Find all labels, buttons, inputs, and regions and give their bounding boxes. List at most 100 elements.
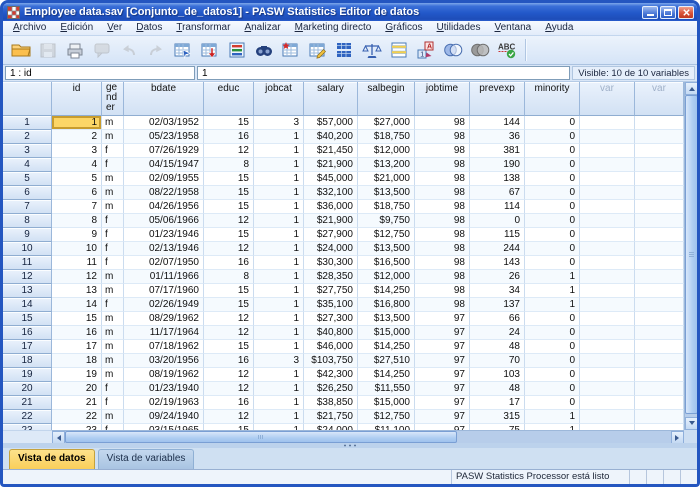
cell-minority[interactable]: 1: [525, 284, 580, 298]
cell-prevexp[interactable]: 143: [470, 256, 525, 270]
cell-id[interactable]: 5: [52, 172, 102, 186]
cell-jobcat[interactable]: 1: [254, 326, 304, 340]
cell-educ[interactable]: 15: [204, 172, 254, 186]
cell-minority[interactable]: 0: [525, 116, 580, 130]
cell-var1[interactable]: [580, 116, 635, 130]
menu-utilidades[interactable]: Utilidades: [430, 21, 488, 35]
menu-archivo[interactable]: Archivo: [6, 21, 53, 35]
cell-prevexp[interactable]: 17: [470, 396, 525, 410]
cell-gender[interactable]: m: [102, 284, 124, 298]
cell-jobtime[interactable]: 98: [415, 284, 470, 298]
cell-jobcat[interactable]: 3: [254, 116, 304, 130]
row-header[interactable]: 4: [3, 158, 52, 172]
cell-minority[interactable]: 0: [525, 396, 580, 410]
cell-gender[interactable]: f: [102, 228, 124, 242]
menu-gr-ficos[interactable]: Gráficos: [378, 21, 429, 35]
row-header[interactable]: 18: [3, 354, 52, 368]
cell-var1[interactable]: [580, 270, 635, 284]
cell-salary[interactable]: $38,850: [304, 396, 358, 410]
cell-salbegin[interactable]: $12,750: [358, 410, 415, 424]
cell-jobcat[interactable]: 1: [254, 144, 304, 158]
cell-jobcat[interactable]: 1: [254, 382, 304, 396]
cell-minority[interactable]: 0: [525, 130, 580, 144]
cell-var2[interactable]: [635, 368, 684, 382]
cell-bdate[interactable]: 11/17/1964: [124, 326, 204, 340]
cell-jobcat[interactable]: 1: [254, 158, 304, 172]
cell-jobcat[interactable]: 1: [254, 256, 304, 270]
cell-bdate[interactable]: 02/03/1952: [124, 116, 204, 130]
column-header-var1[interactable]: var: [580, 82, 635, 116]
cell-prevexp[interactable]: 244: [470, 242, 525, 256]
cell-minority[interactable]: 0: [525, 382, 580, 396]
row-header[interactable]: 13: [3, 284, 52, 298]
cell-jobtime[interactable]: 97: [415, 326, 470, 340]
menu-ver[interactable]: Ver: [100, 21, 129, 35]
cell-var1[interactable]: [580, 354, 635, 368]
cell-gender[interactable]: m: [102, 200, 124, 214]
cell-minority[interactable]: 1: [525, 410, 580, 424]
minimize-button[interactable]: [642, 6, 658, 19]
menu-ayuda[interactable]: Ayuda: [538, 21, 580, 35]
cell-var2[interactable]: [635, 396, 684, 410]
column-header-var2[interactable]: var: [635, 82, 684, 116]
column-header-salary[interactable]: salary: [304, 82, 358, 116]
cell-id[interactable]: 3: [52, 144, 102, 158]
cell-gender[interactable]: f: [102, 242, 124, 256]
cell-minority[interactable]: 0: [525, 228, 580, 242]
cell-educ[interactable]: 12: [204, 242, 254, 256]
cell-var2[interactable]: [635, 410, 684, 424]
cell-salbegin[interactable]: $27,000: [358, 116, 415, 130]
cell-salary[interactable]: $46,000: [304, 340, 358, 354]
row-header[interactable]: 2: [3, 130, 52, 144]
spell-check-button[interactable]: ABC: [493, 38, 520, 63]
cell-jobtime[interactable]: 98: [415, 200, 470, 214]
cell-educ[interactable]: 8: [204, 270, 254, 284]
cell-educ[interactable]: 15: [204, 186, 254, 200]
cell-salary[interactable]: $36,000: [304, 200, 358, 214]
cell-var2[interactable]: [635, 298, 684, 312]
cell-editor-field[interactable]: 1: [197, 66, 570, 80]
cell-salary[interactable]: $27,900: [304, 228, 358, 242]
cell-minority[interactable]: 0: [525, 340, 580, 354]
cell-var2[interactable]: [635, 130, 684, 144]
menu-analizar[interactable]: Analizar: [237, 21, 287, 35]
cell-var1[interactable]: [580, 186, 635, 200]
cell-var2[interactable]: [635, 116, 684, 130]
cell-id[interactable]: 9: [52, 228, 102, 242]
cell-salary[interactable]: $24,000: [304, 242, 358, 256]
cell-educ[interactable]: 15: [204, 200, 254, 214]
cell-salbegin[interactable]: $12,000: [358, 144, 415, 158]
cell-var1[interactable]: [580, 326, 635, 340]
cell-prevexp[interactable]: 66: [470, 312, 525, 326]
cell-salbegin[interactable]: $14,250: [358, 368, 415, 382]
cell-salary[interactable]: $21,750: [304, 410, 358, 424]
cell-minority[interactable]: 0: [525, 158, 580, 172]
cell-var1[interactable]: [580, 172, 635, 186]
row-header[interactable]: 7: [3, 200, 52, 214]
cell-bdate[interactable]: 04/26/1956: [124, 200, 204, 214]
cell-educ[interactable]: 15: [204, 228, 254, 242]
cell-minority[interactable]: 0: [525, 368, 580, 382]
cell-gender[interactable]: f: [102, 158, 124, 172]
row-header[interactable]: 8: [3, 214, 52, 228]
cell-prevexp[interactable]: 48: [470, 340, 525, 354]
cell-salary[interactable]: $45,000: [304, 172, 358, 186]
cell-jobcat[interactable]: 1: [254, 284, 304, 298]
cell-bdate[interactable]: 01/23/1940: [124, 382, 204, 396]
cell-var1[interactable]: [580, 242, 635, 256]
cell-id[interactable]: 4: [52, 158, 102, 172]
cell-jobtime[interactable]: 98: [415, 186, 470, 200]
cell-salary[interactable]: $103,750: [304, 354, 358, 368]
cell-prevexp[interactable]: 115: [470, 228, 525, 242]
cell-var2[interactable]: [635, 228, 684, 242]
tab-data-view[interactable]: Vista de datos: [9, 449, 95, 469]
cell-minority[interactable]: 0: [525, 354, 580, 368]
cell-salbegin[interactable]: $12,000: [358, 270, 415, 284]
cell-salary[interactable]: $21,900: [304, 214, 358, 228]
cell-jobtime[interactable]: 98: [415, 144, 470, 158]
cell-id[interactable]: 16: [52, 326, 102, 340]
use-variable-sets-button[interactable]: [439, 38, 466, 63]
cell-var2[interactable]: [635, 270, 684, 284]
cell-id[interactable]: 7: [52, 200, 102, 214]
cell-prevexp[interactable]: 24: [470, 326, 525, 340]
